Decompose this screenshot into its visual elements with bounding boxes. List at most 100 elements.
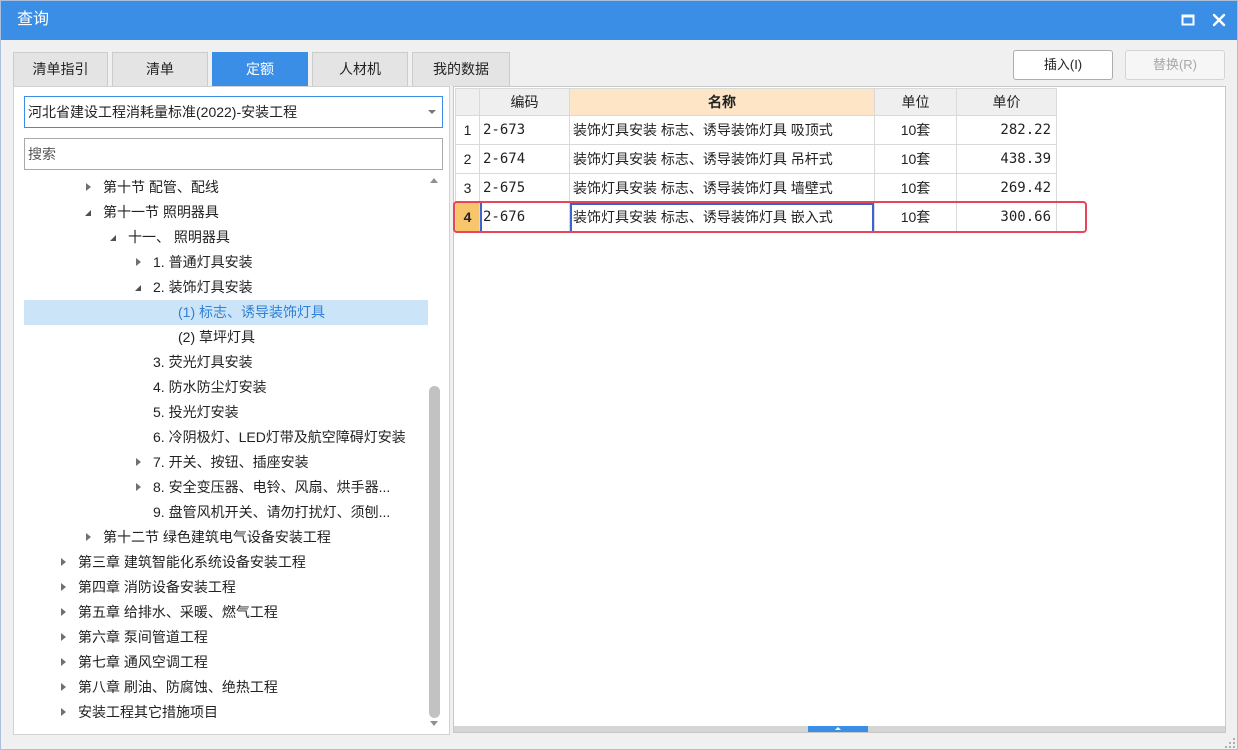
- caret-right-icon[interactable]: [85, 183, 93, 192]
- tree-item[interactable]: (2) 草坪灯具: [24, 325, 428, 350]
- caret-right-icon[interactable]: [60, 708, 68, 717]
- code-cell[interactable]: 2-673: [479, 115, 570, 145]
- tree-item-label: 1. 普通灯具安装: [153, 254, 253, 270]
- tree-item[interactable]: 8. 安全变压器、电铃、风扇、烘手器...: [24, 475, 428, 500]
- code-cell[interactable]: 2-676: [479, 202, 570, 232]
- resize-grip-icon[interactable]: [1224, 736, 1236, 748]
- unit-cell[interactable]: 10套: [874, 144, 957, 174]
- tab-bill[interactable]: 清单: [112, 52, 208, 86]
- tree-item[interactable]: 第十一节 照明器具: [24, 200, 428, 225]
- caret-right-icon[interactable]: [60, 558, 68, 567]
- tree-item[interactable]: 第十节 配管、配线: [24, 175, 428, 200]
- tree-item[interactable]: 3. 荧光灯具安装: [24, 350, 428, 375]
- quota-list-panel: 编码 名称 单位 单价 1 2-673 装饰灯具安装 标志、诱导装饰灯具 吸顶式 10…: [453, 86, 1226, 733]
- name-cell[interactable]: 装饰灯具安装 标志、诱导装饰灯具 嵌入式: [569, 202, 875, 232]
- caret-right-icon[interactable]: [60, 583, 68, 592]
- code-column-header[interactable]: 编码: [479, 88, 570, 116]
- replace-button[interactable]: 替换(R): [1125, 50, 1225, 80]
- tree-item[interactable]: 9. 盘管风机开关、请勿打扰灯、须刨...: [24, 500, 428, 525]
- price-cell[interactable]: 282.22: [956, 115, 1057, 145]
- tree-item[interactable]: (1) 标志、诱导装饰灯具: [24, 300, 428, 325]
- tree-item-label: 十一、 照明器具: [128, 229, 230, 245]
- tree-scrollbar[interactable]: [428, 176, 441, 728]
- caret-down-icon[interactable]: [85, 208, 93, 217]
- close-icon[interactable]: [1211, 12, 1227, 28]
- tree-item-label: 6. 冷阴极灯、LED灯带及航空障碍灯安装: [153, 429, 406, 445]
- caret-down-icon[interactable]: [135, 283, 143, 292]
- caret-right-icon[interactable]: [60, 683, 68, 692]
- search-input[interactable]: [24, 138, 443, 170]
- price-column-header[interactable]: 单价: [956, 88, 1057, 116]
- title-bar[interactable]: 查询: [0, 0, 1238, 40]
- tree-item[interactable]: 第八章 刷油、防腐蚀、绝热工程: [24, 675, 428, 700]
- standard-select[interactable]: 河北省建设工程消耗量标准(2022)-安装工程: [24, 96, 443, 128]
- table-header: 编码 名称 单位 单价: [455, 88, 1057, 116]
- tree-item[interactable]: 第六章 泵间管道工程: [24, 625, 428, 650]
- tree-item-label: 第十一节 照明器具: [103, 204, 219, 220]
- caret-down-icon[interactable]: [110, 233, 118, 242]
- table-row[interactable]: 4 2-676 装饰灯具安装 标志、诱导装饰灯具 嵌入式 10套 300.66: [455, 202, 1057, 232]
- insert-button[interactable]: 插入(I): [1013, 50, 1113, 80]
- name-cell[interactable]: 装饰灯具安装 标志、诱导装饰灯具 吊杆式: [569, 144, 875, 174]
- tree-item[interactable]: 第四章 消防设备安装工程: [24, 575, 428, 600]
- tree-item[interactable]: 第五章 给排水、采暖、燃气工程: [24, 600, 428, 625]
- tree-item[interactable]: 5. 投光灯安装: [24, 400, 428, 425]
- name-cell[interactable]: 装饰灯具安装 标志、诱导装饰灯具 吸顶式: [569, 115, 875, 145]
- caret-right-icon[interactable]: [60, 658, 68, 667]
- tree-item[interactable]: 十一、 照明器具: [24, 225, 428, 250]
- table-row[interactable]: 2 2-674 装饰灯具安装 标志、诱导装饰灯具 吊杆式 10套 438.39: [455, 144, 1057, 174]
- tree-item-label: 2. 装饰灯具安装: [153, 279, 253, 295]
- tree-item-label: 3. 荧光灯具安装: [153, 354, 253, 370]
- maximize-icon[interactable]: [1180, 12, 1196, 28]
- code-cell[interactable]: 2-675: [479, 173, 570, 203]
- row-number-cell[interactable]: 4: [455, 202, 480, 232]
- unit-cell[interactable]: 10套: [874, 173, 957, 203]
- chevron-down-icon[interactable]: [428, 110, 436, 114]
- unit-cell[interactable]: 10套: [874, 202, 957, 232]
- tab-quota[interactable]: 定额: [212, 52, 308, 86]
- name-cell[interactable]: 装饰灯具安装 标志、诱导装饰灯具 墙壁式: [569, 173, 875, 203]
- row-number-cell[interactable]: 1: [455, 115, 480, 145]
- caret-right-icon[interactable]: [135, 458, 143, 467]
- tree-item[interactable]: 1. 普通灯具安装: [24, 250, 428, 275]
- tree-item-label: 8. 安全变压器、电铃、风扇、烘手器...: [153, 479, 391, 495]
- tab-my-data[interactable]: 我的数据: [412, 52, 510, 86]
- caret-right-icon[interactable]: [85, 533, 93, 542]
- tab-bill-guide[interactable]: 清单指引: [13, 52, 108, 86]
- unit-column-header[interactable]: 单位: [874, 88, 957, 116]
- tree-item[interactable]: 第七章 通风空调工程: [24, 650, 428, 675]
- tree-item[interactable]: 安装工程其它措施项目: [24, 700, 428, 725]
- tree-item[interactable]: 第三章 建筑智能化系统设备安装工程: [24, 550, 428, 575]
- caret-right-icon[interactable]: [135, 483, 143, 492]
- tree-item[interactable]: 7. 开关、按钮、插座安装: [24, 450, 428, 475]
- scroll-up-icon[interactable]: [430, 178, 438, 183]
- caret-right-icon[interactable]: [60, 608, 68, 617]
- row-number-cell[interactable]: 2: [455, 144, 480, 174]
- name-column-header[interactable]: 名称: [569, 88, 875, 116]
- quota-table: 编码 名称 单位 单价 1 2-673 装饰灯具安装 标志、诱导装饰灯具 吸顶式 10…: [455, 88, 1057, 232]
- tree-item[interactable]: 第十二节 绿色建筑电气设备安装工程: [24, 525, 428, 550]
- unit-cell[interactable]: 10套: [874, 115, 957, 145]
- row-number-cell[interactable]: 3: [455, 173, 480, 203]
- table-row[interactable]: 1 2-673 装饰灯具安装 标志、诱导装饰灯具 吸顶式 10套 282.22: [455, 115, 1057, 145]
- tree-item-label: 9. 盘管风机开关、请勿打扰灯、须刨...: [153, 504, 391, 520]
- tab-labor-material-machine[interactable]: 人材机: [312, 52, 408, 86]
- bottom-splitter[interactable]: [454, 726, 1225, 732]
- caret-right-icon[interactable]: [60, 633, 68, 642]
- table-row[interactable]: 3 2-675 装饰灯具安装 标志、诱导装饰灯具 墙壁式 10套 269.42: [455, 173, 1057, 203]
- tree-item[interactable]: 2. 装饰灯具安装: [24, 275, 428, 300]
- tree-item[interactable]: 4. 防水防尘灯安装: [24, 375, 428, 400]
- tree-item[interactable]: 6. 冷阴极灯、LED灯带及航空障碍灯安装: [24, 425, 428, 450]
- chevron-up-icon[interactable]: [808, 726, 868, 732]
- code-cell[interactable]: 2-674: [479, 144, 570, 174]
- price-cell[interactable]: 269.42: [956, 173, 1057, 203]
- price-cell[interactable]: 438.39: [956, 144, 1057, 174]
- price-cell[interactable]: 300.66: [956, 202, 1057, 232]
- tree-item-label: 第六章 泵间管道工程: [78, 629, 208, 645]
- tree-item-label: 5. 投光灯安装: [153, 404, 239, 420]
- tree-item-label: 第四章 消防设备安装工程: [78, 579, 236, 595]
- scroll-down-icon[interactable]: [430, 721, 438, 726]
- tree-item-label: 安装工程其它措施项目: [78, 704, 218, 720]
- caret-right-icon[interactable]: [135, 258, 143, 267]
- scrollbar-thumb[interactable]: [429, 386, 440, 718]
